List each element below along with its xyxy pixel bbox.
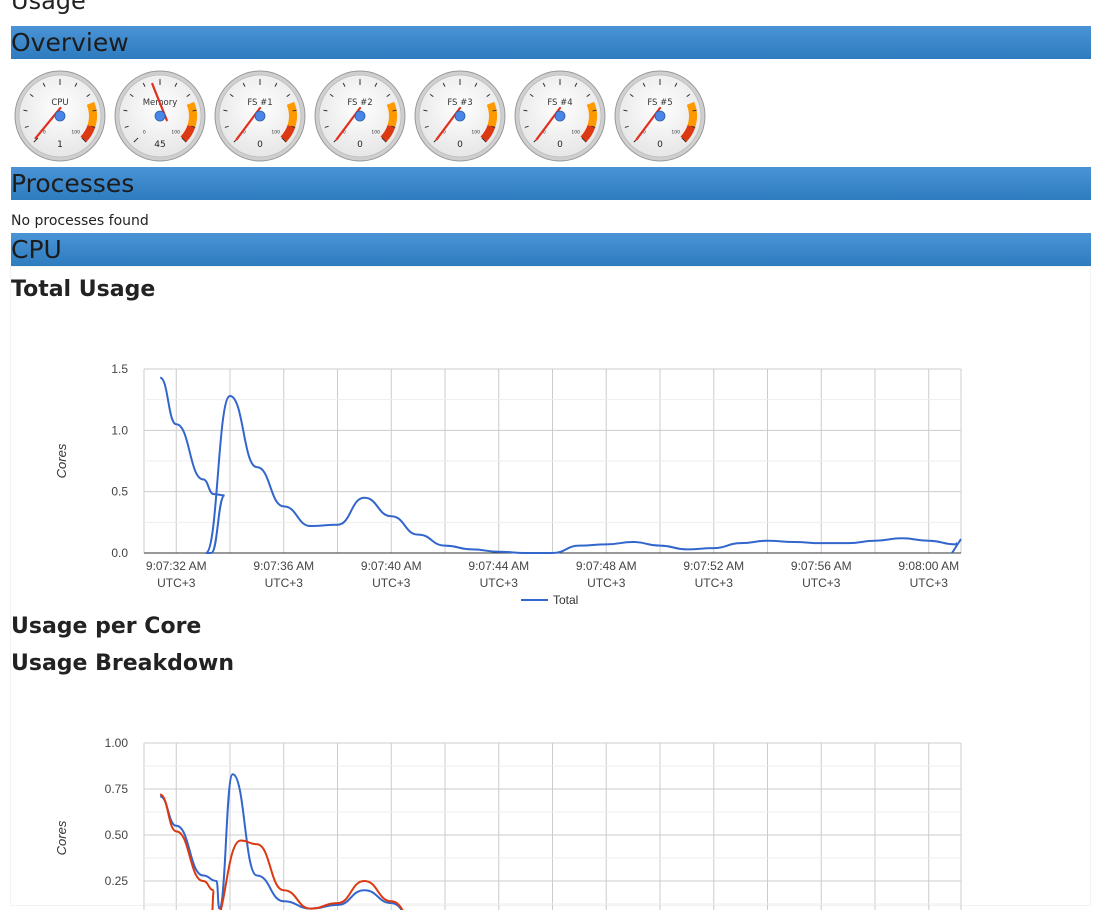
gauge-tick bbox=[692, 109, 697, 112]
gauge-tick bbox=[423, 109, 428, 112]
gauge-tick bbox=[123, 109, 128, 112]
gauge-tick bbox=[623, 109, 628, 112]
gauge-max-label: 100 bbox=[171, 130, 180, 136]
total-usage-chart: 1.5 1.0 0.5 0.0 Cores 9:07:32 AM UTC+3 9:07:36 … bbox=[54, 362, 962, 607]
page-title: Usage bbox=[11, 0, 86, 15]
gauge-value: 45 bbox=[154, 140, 165, 150]
gauge-value: 0 bbox=[457, 140, 463, 150]
x-tick-label: 9:07:32 AM bbox=[146, 559, 207, 573]
gauge-label: FS #2 bbox=[347, 98, 372, 108]
gauge-label: FS #1 bbox=[247, 98, 272, 108]
gauge-label: FS #4 bbox=[547, 98, 572, 108]
y-tick-label: 0.50 bbox=[105, 828, 129, 842]
y-tick-label: 0.0 bbox=[111, 546, 128, 560]
y-tick-label: 0.25 bbox=[105, 874, 129, 888]
gauge-tick bbox=[192, 109, 197, 112]
x-tick-label: 9:08:00 AM bbox=[898, 559, 959, 573]
gauge-1: Memory450100 bbox=[114, 70, 206, 162]
x-tick-label: UTC+3 bbox=[265, 576, 304, 590]
y-axis-label: Cores bbox=[54, 443, 69, 478]
gauge-tick bbox=[523, 109, 528, 112]
gauge-tick bbox=[23, 109, 28, 112]
section-cpu: CPU bbox=[11, 233, 1091, 266]
gauge-6: FS #500 100 bbox=[614, 70, 706, 162]
x-tick-label: UTC+3 bbox=[157, 576, 196, 590]
section-overview: Overview bbox=[11, 26, 1091, 59]
gauge-label: FS #3 bbox=[447, 98, 472, 108]
gauge-2: FS #100 100 bbox=[214, 70, 306, 162]
usage-per-core-heading: Usage per Core bbox=[11, 614, 202, 639]
gauge-max-label: 100 bbox=[271, 130, 280, 136]
series-line bbox=[159, 773, 403, 910]
x-tick-label: 9:07:40 AM bbox=[361, 559, 422, 573]
gauge-value: 0 bbox=[557, 140, 563, 150]
y-tick-label: 0.75 bbox=[105, 782, 129, 796]
gauge-label: FS #5 bbox=[647, 98, 672, 108]
gauge-hub bbox=[354, 110, 366, 122]
series-line bbox=[159, 376, 958, 554]
gauge-max-label: 100 bbox=[471, 130, 480, 136]
gauge-min-label: 0 bbox=[143, 130, 146, 136]
gauge-hub bbox=[254, 110, 266, 122]
gauge-value: 0 bbox=[257, 140, 263, 150]
gauge-3: FS #200 100 bbox=[314, 70, 406, 162]
y-axis-label: Cores bbox=[54, 820, 69, 855]
series-line-tail bbox=[951, 538, 962, 554]
gauge-tick bbox=[292, 109, 297, 112]
y-tick-label: 1.5 bbox=[111, 362, 128, 376]
x-tick-label: 9:07:56 AM bbox=[791, 559, 852, 573]
gauge-tick bbox=[392, 109, 397, 112]
gauge-tick bbox=[92, 109, 97, 112]
gauge-max-label: 100 bbox=[671, 130, 680, 136]
gauge-max-label: 100 bbox=[571, 130, 580, 136]
gauge-tick bbox=[592, 109, 597, 112]
gauge-max-label: 100 bbox=[371, 130, 380, 136]
gauge-4: FS #300 100 bbox=[414, 70, 506, 162]
x-tick-label: 9:07:52 AM bbox=[683, 559, 744, 573]
gauge-5: FS #400 100 bbox=[514, 70, 606, 162]
gauge-value: 1 bbox=[57, 140, 63, 150]
usage-breakdown-chart: 1.00 0.75 0.50 0.25 Cores bbox=[54, 736, 962, 910]
no-processes-text: No processes found bbox=[11, 213, 149, 229]
section-processes: Processes bbox=[11, 167, 1091, 200]
y-tick-label: 1.00 bbox=[105, 736, 129, 750]
usage-breakdown-heading: Usage Breakdown bbox=[11, 651, 234, 676]
x-tick-label: UTC+3 bbox=[695, 576, 734, 590]
legend-label: Total bbox=[553, 593, 578, 607]
gauge-label: CPU bbox=[51, 98, 68, 108]
x-tick-label: 9:07:48 AM bbox=[576, 559, 637, 573]
x-tick-label: 9:07:44 AM bbox=[468, 559, 529, 573]
x-tick-label: UTC+3 bbox=[587, 576, 626, 590]
gauge-min-label: 0 bbox=[43, 130, 46, 136]
x-tick-label: UTC+3 bbox=[480, 576, 519, 590]
gauge-hub bbox=[654, 110, 666, 122]
gauge-tick bbox=[223, 109, 228, 112]
gauge-hub bbox=[454, 110, 466, 122]
x-tick-label: UTC+3 bbox=[910, 576, 949, 590]
gauge-tick bbox=[323, 109, 328, 112]
x-tick-label: 9:07:36 AM bbox=[253, 559, 314, 573]
gauge-value: 0 bbox=[357, 140, 363, 150]
y-tick-label: 0.5 bbox=[111, 485, 128, 499]
gauge-hub bbox=[554, 110, 566, 122]
gauge-value: 0 bbox=[657, 140, 663, 150]
gauge-0: CPU 1 0 100 bbox=[14, 70, 106, 162]
x-tick-label: UTC+3 bbox=[802, 576, 841, 590]
gauge-max-label: 100 bbox=[71, 130, 80, 136]
gauge-hub bbox=[154, 110, 166, 122]
y-tick-label: 1.0 bbox=[111, 423, 128, 437]
gauge-hub bbox=[54, 110, 66, 122]
gauge-tick bbox=[492, 109, 497, 112]
x-tick-label: UTC+3 bbox=[372, 576, 411, 590]
